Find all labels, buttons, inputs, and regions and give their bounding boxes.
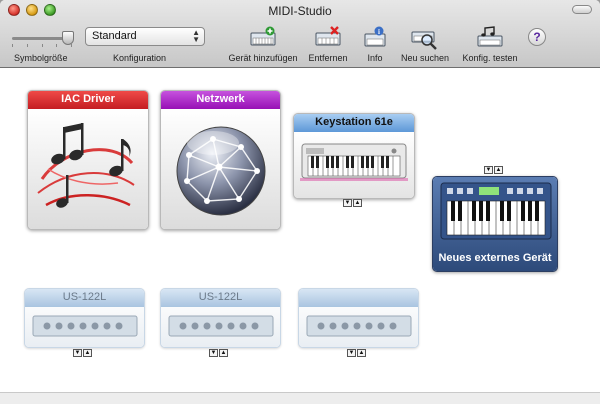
device-body bbox=[161, 307, 280, 347]
device-header: US-122L bbox=[161, 289, 280, 307]
device-us122l-1[interactable]: US-122L bbox=[24, 288, 145, 348]
icon-size-label: Symbolgröße bbox=[14, 53, 68, 63]
info-label: Info bbox=[367, 53, 383, 63]
midi-out-port-icon[interactable]: ▲ bbox=[357, 349, 366, 357]
icon-size-slider[interactable] bbox=[12, 31, 76, 47]
rescan-icon bbox=[411, 31, 437, 50]
add-device-label: Gerät hinzufügen bbox=[228, 53, 298, 63]
device-body: Neues externes Gerät bbox=[433, 177, 557, 271]
midi-out-port-icon[interactable]: ▲ bbox=[494, 166, 503, 174]
device-header: Keystation 61e bbox=[294, 114, 414, 132]
slider-ticks bbox=[12, 44, 72, 47]
test-config-button[interactable]: Konfig. testen bbox=[462, 22, 518, 66]
configuration-label: Konfiguration bbox=[113, 53, 167, 63]
svg-text:i: i bbox=[378, 28, 380, 36]
midi-in-port-icon[interactable]: ▼ bbox=[343, 199, 352, 207]
info-icon: i bbox=[364, 26, 386, 47]
device-header: Netzwerk bbox=[161, 91, 280, 109]
device-iac-driver[interactable]: IAC Driver bbox=[27, 90, 149, 230]
device-us122l-2[interactable]: US-122L bbox=[160, 288, 281, 348]
configuration-value: Standard bbox=[92, 30, 137, 42]
device-interface-3[interactable] bbox=[298, 288, 419, 348]
device-header: US-122L bbox=[25, 289, 144, 307]
device-body bbox=[25, 307, 144, 347]
music-notes-icon bbox=[37, 123, 135, 208]
interface-icon bbox=[168, 315, 274, 337]
interface-icon bbox=[306, 315, 412, 337]
remove-device-label: Entfernen bbox=[308, 53, 348, 63]
test-config-icon bbox=[477, 26, 503, 47]
device-new-external[interactable]: Neues externes Gerät bbox=[432, 176, 558, 272]
midi-in-port-icon[interactable]: ▼ bbox=[209, 349, 218, 357]
remove-device-icon bbox=[315, 26, 341, 46]
midi-studio-window: MIDI-Studio Symbolgröße Standard ▲ ▼ Konf… bbox=[0, 0, 600, 404]
device-network[interactable]: Netzwerk bbox=[160, 90, 281, 230]
device-header bbox=[299, 289, 418, 307]
interface-icon bbox=[32, 315, 138, 337]
midi-out-port-icon[interactable]: ▲ bbox=[83, 349, 92, 357]
keystation-ports: ▼ ▲ bbox=[343, 199, 362, 207]
test-config-label: Konfig. testen bbox=[462, 53, 518, 63]
configuration-select[interactable]: Standard ▲ ▼ bbox=[85, 27, 205, 46]
toolbar: MIDI-Studio Symbolgröße Standard ▲ ▼ Konf… bbox=[0, 0, 600, 68]
window-title: MIDI-Studio bbox=[268, 4, 332, 18]
device-body bbox=[299, 307, 418, 347]
device-label: Neues externes Gerät bbox=[438, 252, 552, 264]
network-globe-icon bbox=[176, 126, 266, 216]
midi-in-port-icon[interactable]: ▼ bbox=[347, 349, 356, 357]
bottom-bar bbox=[0, 392, 600, 404]
device-body bbox=[28, 109, 148, 229]
midi-out-port-icon[interactable]: ▲ bbox=[219, 349, 228, 357]
select-arrows-icon: ▲ ▼ bbox=[192, 28, 200, 44]
midi-out-port-icon[interactable]: ▲ bbox=[353, 199, 362, 207]
midi-in-port-icon[interactable]: ▼ bbox=[73, 349, 82, 357]
help-icon: ? bbox=[528, 28, 546, 46]
synthesizer-icon bbox=[440, 182, 552, 240]
device-keystation[interactable]: Keystation 61e bbox=[293, 113, 415, 199]
rescan-button[interactable]: Neu suchen bbox=[401, 22, 449, 66]
external-device-ports: ▼ ▲ bbox=[484, 166, 503, 174]
rescan-label: Neu suchen bbox=[400, 53, 450, 63]
add-device-button[interactable]: Gerät hinzufügen bbox=[228, 22, 298, 66]
slider-knob[interactable] bbox=[62, 31, 74, 45]
keyboard-icon bbox=[300, 143, 408, 181]
device-body bbox=[161, 109, 280, 229]
us122l-1-ports: ▼ ▲ bbox=[73, 349, 92, 357]
us122l-2-ports: ▼ ▲ bbox=[209, 349, 228, 357]
add-device-icon bbox=[250, 26, 276, 46]
device-body bbox=[294, 132, 414, 198]
remove-device-button[interactable]: Entfernen bbox=[308, 22, 348, 66]
device-header: IAC Driver bbox=[28, 91, 148, 109]
interface-3-ports: ▼ ▲ bbox=[347, 349, 366, 357]
help-button[interactable]: ? bbox=[527, 22, 547, 66]
device-canvas: IAC Driver Netzwerk Keystation 61e ▼ ▲ ▼… bbox=[0, 69, 600, 404]
toolbar-toggle-button[interactable] bbox=[572, 5, 592, 14]
info-button[interactable]: i Info bbox=[362, 22, 388, 66]
midi-in-port-icon[interactable]: ▼ bbox=[484, 166, 493, 174]
